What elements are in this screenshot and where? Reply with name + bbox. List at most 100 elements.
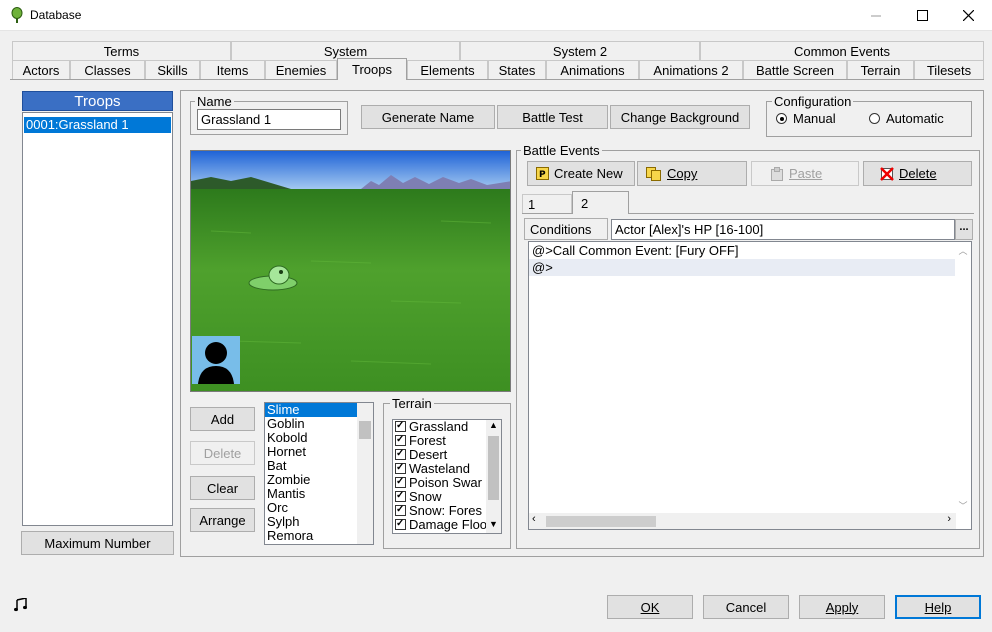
music-note-icon[interactable] (14, 598, 28, 612)
tab-terrain[interactable]: Terrain (847, 60, 914, 80)
enemy-list[interactable]: Slime Goblin Kobold Hornet Bat Zombie Ma… (264, 402, 374, 545)
generate-name-button[interactable]: Generate Name (361, 105, 495, 129)
delete-event-button[interactable]: Delete (863, 161, 972, 186)
tab-divider (10, 79, 984, 80)
tab-animations-2[interactable]: Animations 2 (639, 60, 743, 80)
terrain-item[interactable]: Desert (393, 448, 501, 462)
help-label: Help (924, 599, 952, 615)
tab-items[interactable]: Items (200, 60, 265, 80)
close-button[interactable] (945, 0, 991, 31)
scroll-right-icon[interactable]: › (947, 513, 951, 525)
tab-enemies[interactable]: Enemies (265, 60, 337, 80)
change-background-button[interactable]: Change Background (610, 105, 750, 129)
terrain-item[interactable]: Snow (393, 490, 501, 504)
terrain-item[interactable]: Grassland (393, 420, 501, 434)
troops-list[interactable]: 0001:Grassland 1 (22, 112, 173, 526)
cancel-button[interactable]: Cancel (703, 595, 789, 619)
troop-name-input[interactable] (197, 109, 341, 130)
tab-states[interactable]: States (488, 60, 546, 80)
minimize-icon (871, 15, 881, 16)
tab-terms[interactable]: Terms (12, 41, 231, 61)
terrain-item[interactable]: Damage Floo (393, 518, 501, 532)
list-item[interactable]: Slime (265, 403, 357, 417)
ok-button[interactable]: OK (607, 595, 693, 619)
scroll-thumb[interactable] (488, 436, 499, 500)
enemy-list-scrollbar[interactable] (357, 403, 373, 544)
scroll-thumb[interactable] (546, 516, 656, 527)
create-new-label: Create New (554, 166, 623, 181)
vertical-scrollbar[interactable]: ︿ ﹀ (955, 242, 971, 514)
terrain-item[interactable]: Snow: Fores (393, 504, 501, 518)
create-new-button[interactable]: P Create New (527, 161, 635, 186)
terrain-item-label: Damage Floo (409, 518, 488, 532)
troops-header: Troops (22, 91, 173, 111)
terrain-scrollbar[interactable]: ▲ ▼ (486, 420, 501, 533)
tab-common-events[interactable]: Common Events (700, 41, 984, 61)
battle-preview[interactable] (190, 150, 511, 392)
delete-icon (880, 166, 894, 181)
terrain-item-label: Desert (409, 448, 448, 462)
terrain-item-label: Forest (409, 434, 446, 448)
copy-button[interactable]: Copy (637, 161, 747, 186)
create-new-icon: P (536, 167, 549, 180)
terrain-item[interactable]: Wasteland (393, 462, 501, 476)
terrain-item-label: Wasteland (409, 462, 470, 476)
event-command-row[interactable]: @>Call Common Event: [Fury OFF] (529, 242, 971, 259)
apply-label: Apply (825, 599, 859, 615)
minimize-button[interactable] (853, 0, 899, 31)
tab-animations[interactable]: Animations (546, 60, 639, 80)
tab-elements[interactable]: Elements (407, 60, 488, 80)
tab-battle-screen[interactable]: Battle Screen (743, 60, 847, 80)
scroll-up-icon[interactable]: ︿ (955, 244, 971, 257)
automatic-radio[interactable]: Automatic (869, 111, 944, 126)
scroll-left-icon[interactable]: ‹ (532, 513, 536, 525)
ok-label: OK (640, 599, 660, 615)
page-tab-1[interactable]: 1 (522, 194, 572, 213)
event-command-row[interactable]: @> (529, 259, 955, 276)
checkbox-icon (395, 448, 406, 461)
battle-events-label: Battle Events (521, 143, 602, 158)
arrange-button[interactable]: Arrange (190, 508, 255, 532)
paste-button[interactable]: Paste (751, 161, 859, 186)
checkbox-icon (395, 434, 406, 447)
clear-button[interactable]: Clear (190, 476, 255, 500)
conditions-button[interactable]: Conditions (524, 218, 608, 240)
close-icon (962, 10, 974, 21)
app-icon (11, 7, 23, 23)
scroll-down-icon[interactable]: ﹀ (955, 499, 971, 512)
tab-troops[interactable]: Troops (337, 58, 407, 80)
maximum-number-button[interactable]: Maximum Number (21, 531, 174, 555)
list-item[interactable]: 0001:Grassland 1 (24, 117, 171, 133)
maximize-icon (916, 10, 928, 21)
conditions-browse-button[interactable]: ... (955, 219, 973, 240)
page-tab-2[interactable]: 2 (572, 191, 629, 214)
tab-skills[interactable]: Skills (145, 60, 200, 80)
tab-system-2[interactable]: System 2 (460, 41, 700, 61)
checkbox-icon (395, 420, 406, 433)
event-command-list[interactable]: @>Call Common Event: [Fury OFF] @> ︿ ﹀ ‹… (528, 241, 972, 530)
radio-icon (869, 113, 880, 124)
manual-radio[interactable]: Manual (776, 111, 836, 126)
paste-label: Paste (789, 166, 823, 181)
maximize-button[interactable] (899, 0, 945, 31)
help-button[interactable]: Help (895, 595, 981, 619)
name-label: Name (195, 94, 234, 109)
terrain-list[interactable]: Grassland Forest Desert Wasteland Poison… (392, 419, 502, 534)
scroll-thumb[interactable] (359, 421, 371, 439)
checkbox-icon (395, 476, 406, 489)
terrain-item[interactable]: Forest (393, 434, 501, 448)
horizontal-scrollbar[interactable]: ‹ › (529, 513, 956, 529)
avatar (192, 336, 240, 384)
conditions-field[interactable]: Actor [Alex]'s HP [16-100] (611, 219, 955, 240)
tab-actors[interactable]: Actors (12, 60, 70, 80)
delete-label: Delete (899, 166, 937, 181)
terrain-item[interactable]: Poison Swar (393, 476, 501, 490)
delete-enemy-button[interactable]: Delete (190, 441, 255, 465)
apply-button[interactable]: Apply (799, 595, 885, 619)
add-enemy-button[interactable]: Add (190, 407, 255, 431)
tab-tilesets[interactable]: Tilesets (914, 60, 984, 80)
tab-classes[interactable]: Classes (70, 60, 145, 80)
scroll-down-icon[interactable]: ▼ (486, 519, 501, 533)
battle-test-button[interactable]: Battle Test (497, 105, 608, 129)
scroll-up-icon[interactable]: ▲ (486, 420, 501, 434)
